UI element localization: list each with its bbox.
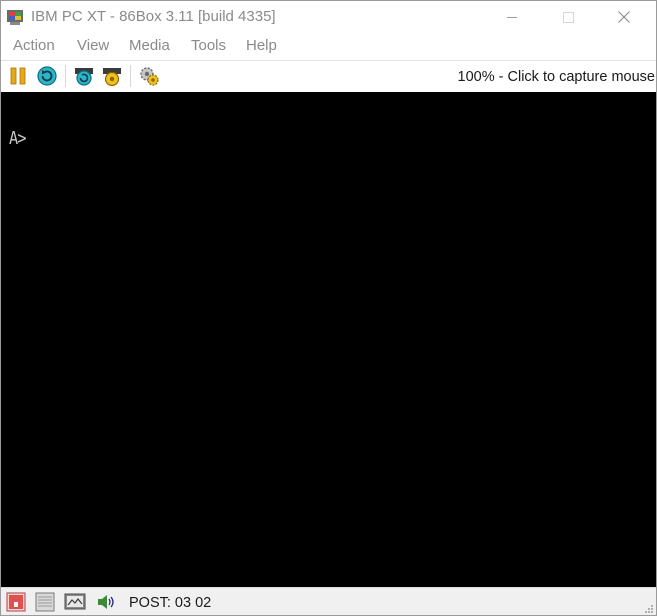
hard-reset-button[interactable] — [73, 65, 95, 87]
settings-gear-icon — [140, 67, 159, 86]
floppy-status-button[interactable] — [34, 592, 56, 612]
title-bar[interactable]: IBM PC XT - 86Box 3.11 [build 4335] — [1, 1, 656, 33]
resize-grip-icon[interactable] — [644, 604, 654, 614]
status-bar: POST: 03 02 — [1, 587, 656, 615]
close-button[interactable] — [601, 1, 647, 33]
hard-reset-icon — [75, 68, 93, 86]
display-status-button[interactable] — [64, 592, 86, 612]
minimize-icon — [507, 16, 517, 18]
display-adapter-icon — [64, 593, 86, 610]
86box-app-icon — [7, 10, 23, 25]
cassette-icon — [6, 592, 26, 612]
pause-icon — [10, 67, 26, 85]
menu-view[interactable]: View — [77, 37, 109, 54]
menu-tools[interactable]: Tools — [191, 37, 226, 54]
cassette-status-button[interactable] — [5, 592, 27, 612]
toolbar-separator — [130, 65, 131, 87]
sound-icon — [98, 595, 114, 609]
post-code: POST: 03 02 — [129, 595, 212, 611]
ctrl-alt-del-button[interactable] — [101, 65, 123, 87]
mouse-capture-status[interactable]: 100% - Click to capture mouse — [458, 69, 655, 85]
floppy-icon — [35, 592, 55, 612]
toolbar: 100% - Click to capture mouse — [1, 60, 656, 92]
dos-prompt: A> — [9, 128, 27, 149]
reset-button[interactable] — [36, 65, 58, 87]
menu-bar: Action View Media Tools Help — [1, 33, 656, 60]
window-title: IBM PC XT - 86Box 3.11 [build 4335] — [31, 8, 276, 25]
emulator-screen[interactable]: A> — [1, 92, 656, 587]
minimize-button[interactable] — [489, 1, 535, 33]
close-icon — [618, 11, 630, 23]
menu-media[interactable]: Media — [129, 37, 170, 54]
pause-button[interactable] — [7, 65, 29, 87]
sound-status-button[interactable] — [95, 592, 117, 612]
ctrl-alt-del-icon — [103, 68, 121, 87]
maximize-icon — [562, 11, 574, 23]
emulator-window: IBM PC XT - 86Box 3.11 [build 4335] Acti… — [0, 0, 657, 616]
maximize-button[interactable] — [545, 1, 591, 33]
settings-button[interactable] — [138, 65, 160, 87]
reset-icon — [37, 66, 57, 86]
menu-help[interactable]: Help — [246, 37, 277, 54]
toolbar-separator — [65, 65, 66, 87]
menu-action[interactable]: Action — [13, 37, 55, 54]
